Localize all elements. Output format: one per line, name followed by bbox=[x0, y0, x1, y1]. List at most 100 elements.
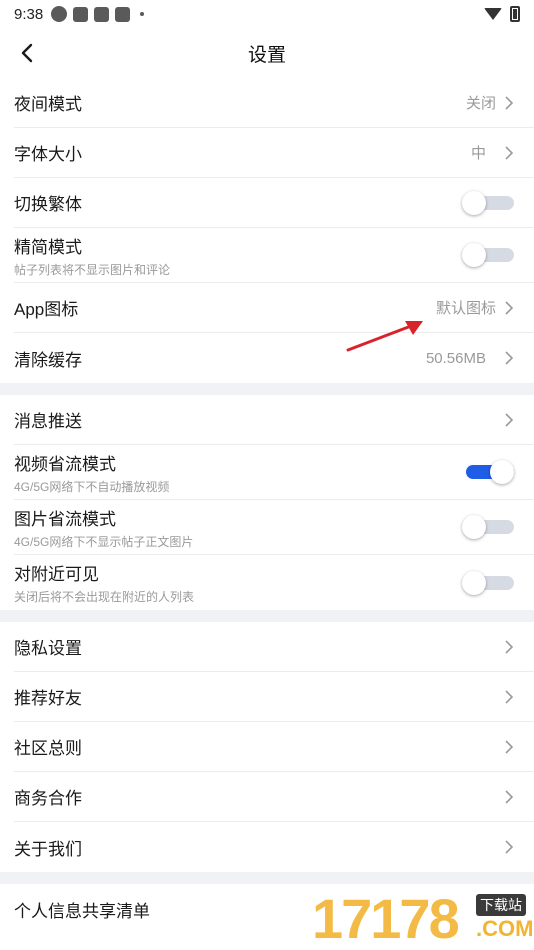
toggle-switch[interactable] bbox=[462, 458, 514, 486]
watermark-badge: 下载站 bbox=[476, 894, 526, 916]
wifi-icon bbox=[484, 8, 502, 20]
row-night-mode[interactable]: 夜间模式 关闭 bbox=[14, 78, 534, 128]
row-label: 对附近可见 bbox=[14, 565, 99, 584]
row-community-rules[interactable]: 社区总则 bbox=[14, 722, 534, 772]
row-text: 精简模式 帖子列表将不显示图片和评论 bbox=[14, 233, 170, 278]
row-subtitle: 4G/5G网络下不自动播放视频 bbox=[14, 479, 170, 494]
row-label: 清除缓存 bbox=[14, 350, 82, 370]
row-text: 社区总则 bbox=[14, 734, 82, 759]
row-text: 夜间模式 bbox=[14, 90, 82, 115]
row-text: 关于我们 bbox=[14, 835, 82, 860]
row-label: 关于我们 bbox=[14, 839, 82, 859]
row-right bbox=[504, 840, 514, 854]
row-app-icon[interactable]: App图标 默认图标 bbox=[14, 283, 534, 333]
row-label: 字体大小 bbox=[14, 145, 82, 164]
toggle-switch[interactable] bbox=[462, 569, 514, 597]
chevron-right-icon bbox=[504, 412, 514, 427]
row-image-data-saver: 图片省流模式 4G/5G网络下不显示帖子正文图片 bbox=[14, 500, 534, 555]
row-text: 清除缓存 bbox=[14, 346, 82, 371]
row-push-notifications[interactable]: 消息推送 bbox=[14, 395, 534, 445]
section-divider bbox=[0, 610, 534, 622]
row-value: 关闭 bbox=[465, 95, 496, 112]
row-font-size[interactable]: 字体大小 中 bbox=[14, 128, 534, 178]
row-text: App图标 bbox=[14, 295, 78, 320]
watermark-logo: 17178 下载站 .COM bbox=[312, 888, 534, 950]
row-text: 图片省流模式 4G/5G网络下不显示帖子正文图片 bbox=[14, 505, 193, 550]
row-right: 关闭 bbox=[466, 92, 514, 113]
annotation-arrow-icon bbox=[346, 321, 423, 352]
row-value: 默认图标 bbox=[435, 300, 496, 317]
row-label: 消息推送 bbox=[14, 412, 82, 431]
chevron-right-icon bbox=[504, 351, 514, 365]
app-notification-icon bbox=[51, 6, 68, 22]
row-right bbox=[462, 569, 514, 597]
row-right bbox=[462, 241, 514, 269]
row-label: App图标 bbox=[14, 300, 79, 319]
row-text: 对附近可见 关闭后将不会出现在附近的人列表 bbox=[14, 560, 194, 605]
chevron-right-icon bbox=[504, 300, 514, 315]
chevron-right-icon bbox=[504, 145, 514, 160]
row-text: 推荐好友 bbox=[14, 684, 82, 709]
row-text: 切换繁体 bbox=[14, 190, 82, 215]
nav-bar: 设置 bbox=[0, 28, 534, 78]
watermark-digits: 17178 bbox=[312, 887, 460, 950]
toggle-switch[interactable] bbox=[462, 241, 514, 269]
chevron-right-icon bbox=[504, 639, 514, 654]
row-text: 消息推送 bbox=[14, 407, 82, 432]
toggle-switch[interactable] bbox=[462, 189, 514, 217]
row-label: 精简模式 bbox=[14, 237, 82, 257]
settings-group-network: 消息推送 视频省流模式 4G/5G网络下不自动播放视频 图片省流模式 4G/5G… bbox=[0, 395, 534, 610]
section-divider bbox=[0, 872, 534, 884]
row-value: 中 bbox=[470, 145, 486, 162]
row-right bbox=[504, 739, 514, 754]
row-traditional-chinese: 切换繁体 bbox=[14, 178, 534, 228]
chevron-right-icon bbox=[504, 95, 514, 110]
row-subtitle: 帖子列表将不显示图片和评论 bbox=[14, 262, 171, 277]
settings-list: 夜间模式 关闭 字体大小 中 切换繁体 精简模式 帖子列表将不显示图片和评论 A… bbox=[0, 78, 534, 934]
more-notifications-icon bbox=[140, 12, 145, 16]
row-label: 商务合作 bbox=[14, 789, 82, 808]
settings-group-about: 隐私设置 推荐好友 社区总则 商务合作 关于我们 bbox=[0, 622, 534, 872]
row-right bbox=[504, 412, 514, 427]
row-business-cooperation[interactable]: 商务合作 bbox=[14, 772, 534, 822]
notification-icon bbox=[115, 6, 131, 22]
row-right bbox=[504, 639, 514, 654]
row-subtitle: 4G/5G网络下不显示帖子正文图片 bbox=[14, 534, 194, 549]
toggle-switch[interactable] bbox=[462, 513, 514, 541]
row-right bbox=[462, 458, 514, 486]
row-label: 推荐好友 bbox=[14, 689, 82, 708]
watermark-suffix: .COM bbox=[476, 916, 534, 941]
row-label: 视频省流模式 bbox=[14, 454, 116, 474]
battery-icon bbox=[510, 6, 520, 22]
chevron-right-icon bbox=[504, 789, 514, 804]
row-nearby-visible: 对附近可见 关闭后将不会出现在附近的人列表 bbox=[14, 555, 534, 610]
row-right bbox=[504, 789, 514, 804]
row-recommend-friends[interactable]: 推荐好友 bbox=[14, 672, 534, 722]
row-right: 中 bbox=[471, 142, 514, 163]
row-privacy-settings[interactable]: 隐私设置 bbox=[14, 622, 534, 672]
row-about-us[interactable]: 关于我们 bbox=[14, 822, 534, 872]
chevron-left-icon bbox=[21, 43, 33, 63]
row-label: 夜间模式 bbox=[14, 95, 82, 114]
chevron-right-icon bbox=[504, 840, 514, 854]
row-label: 社区总则 bbox=[14, 739, 82, 758]
notification-icon bbox=[73, 6, 89, 22]
row-label: 隐私设置 bbox=[14, 639, 82, 658]
chevron-right-icon bbox=[504, 689, 514, 704]
row-right: 默认图标 bbox=[436, 297, 514, 318]
chevron-right-icon bbox=[504, 739, 514, 754]
row-right bbox=[462, 189, 514, 217]
row-lite-mode: 精简模式 帖子列表将不显示图片和评论 bbox=[14, 228, 534, 283]
row-text: 隐私设置 bbox=[14, 634, 82, 659]
row-video-data-saver: 视频省流模式 4G/5G网络下不自动播放视频 bbox=[14, 445, 534, 500]
row-clear-cache[interactable]: 清除缓存 50.56MB bbox=[14, 333, 534, 383]
row-text: 商务合作 bbox=[14, 784, 82, 809]
status-time: 9:38 bbox=[14, 5, 44, 23]
row-text: 视频省流模式 4G/5G网络下不自动播放视频 bbox=[14, 450, 169, 495]
row-value: 50.56MB bbox=[425, 349, 486, 367]
page-title: 设置 bbox=[247, 44, 286, 66]
row-subtitle: 关闭后将不会出现在附近的人列表 bbox=[14, 590, 195, 604]
row-right bbox=[504, 689, 514, 704]
back-button[interactable] bbox=[16, 41, 40, 65]
row-right: 50.56MB bbox=[426, 350, 514, 367]
